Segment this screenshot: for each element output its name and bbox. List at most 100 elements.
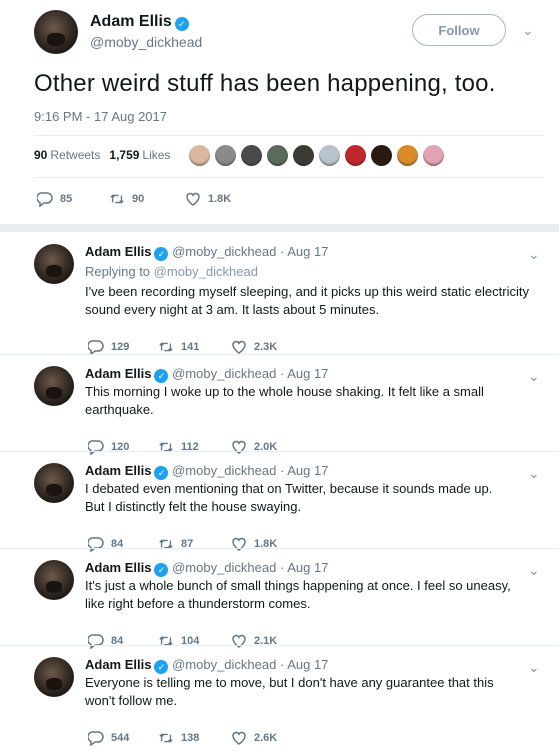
like-button[interactable]: 2.0K: [231, 439, 277, 455]
separator-dot: ·: [276, 560, 288, 575]
divider: [0, 451, 559, 452]
retweet-button[interactable]: 112: [158, 439, 231, 455]
reply-button[interactable]: 120: [88, 439, 158, 455]
tweet-date[interactable]: Aug 17: [287, 560, 328, 575]
author-name[interactable]: Adam Ellis: [85, 366, 151, 381]
tweet-text: It's just a whole bunch of small things …: [85, 577, 540, 613]
likes-count[interactable]: 1,759: [109, 148, 139, 162]
avatar[interactable]: [34, 657, 74, 697]
retweet-icon: [159, 636, 173, 646]
reply-tweet[interactable]: Adam Ellis ✓ @moby_dickhead · Aug 17 ⌄ This…: [0, 366, 559, 462]
reply-icon: [88, 440, 104, 455]
retweet-button[interactable]: 141: [158, 339, 231, 355]
likes-label[interactable]: Likes: [142, 148, 170, 162]
retweet-icon: [159, 342, 173, 352]
reply-header: Adam Ellis ✓ @moby_dickhead · Aug 17: [85, 366, 328, 383]
heart-icon: [232, 731, 246, 745]
tweet-text-line: sound every night at 3 am. It lasts abou…: [85, 302, 380, 317]
reply-icon: [88, 537, 104, 552]
reply-header: Adam Ellis ✓ @moby_dickhead · Aug 17: [85, 463, 328, 480]
liker-avatar[interactable]: [345, 144, 367, 166]
chevron-down-icon[interactable]: ⌄: [528, 246, 540, 263]
avatar[interactable]: [34, 10, 78, 54]
author-name[interactable]: Adam Ellis: [85, 244, 151, 259]
chevron-down-icon[interactable]: ⌄: [522, 22, 534, 39]
liker-avatar[interactable]: [215, 144, 237, 166]
like-button[interactable]: 1.8K: [185, 191, 231, 207]
reply-tweet[interactable]: Adam Ellis ✓ @moby_dickhead · Aug 17 ⌄ I de…: [0, 463, 559, 559]
author-handle[interactable]: @moby_dickhead: [172, 244, 276, 259]
avatar[interactable]: [34, 244, 74, 284]
separator-dot: ·: [276, 463, 288, 478]
retweet-button[interactable]: 90: [109, 191, 185, 207]
reply-header: Adam Ellis ✓ @moby_dickhead · Aug 17: [85, 560, 328, 577]
retweet-button[interactable]: 138: [158, 730, 231, 746]
reply-header: Adam Ellis ✓ @moby_dickhead · Aug 17: [85, 657, 328, 674]
reply-button[interactable]: 544: [88, 730, 158, 746]
author-handle[interactable]: @moby_dickhead: [90, 34, 202, 50]
reply-tweet[interactable]: Adam Ellis ✓ @moby_dickhead · Aug 17 ⌄ Repl…: [0, 244, 559, 355]
tweet-actions: 544 138 2.6K: [88, 730, 277, 746]
reply-tweet[interactable]: Adam Ellis ✓ @moby_dickhead · Aug 17 ⌄ Ever…: [0, 657, 559, 753]
tweet-date[interactable]: Aug 17: [287, 657, 328, 672]
avatar[interactable]: [34, 366, 74, 406]
avatar[interactable]: [34, 463, 74, 503]
retweet-icon: [159, 442, 173, 452]
tweet-date[interactable]: Aug 17: [287, 463, 328, 478]
author-handle[interactable]: @moby_dickhead: [172, 560, 276, 575]
reply-icon: [88, 634, 104, 649]
liker-avatar[interactable]: [267, 144, 289, 166]
author-name[interactable]: Adam Ellis: [85, 657, 151, 672]
liker-avatar[interactable]: [371, 144, 393, 166]
like-button[interactable]: 1.8K: [231, 536, 277, 552]
reply-button[interactable]: 84: [88, 536, 158, 552]
tweet-text: I debated even mentioning that on Twitte…: [85, 480, 540, 516]
liker-avatar[interactable]: [423, 144, 445, 166]
liker-avatar[interactable]: [319, 144, 341, 166]
author-name[interactable]: Adam Ellis: [85, 463, 151, 478]
tweet-text-line: won't follow me.: [85, 693, 178, 708]
reply-icon: [37, 192, 53, 207]
reply-button[interactable]: 85: [37, 191, 109, 207]
verified-badge-icon: ✓: [154, 563, 169, 577]
tweet-text-line: It's just a whole bunch of small things …: [85, 578, 511, 593]
liker-avatar[interactable]: [397, 144, 419, 166]
reply-tweet[interactable]: Adam Ellis ✓ @moby_dickhead · Aug 17 ⌄ It's…: [0, 560, 559, 656]
tweet-date[interactable]: Aug 17: [287, 244, 328, 259]
tweet-text-line: This morning I woke up to the whole hous…: [85, 384, 484, 399]
avatar[interactable]: [34, 560, 74, 600]
separator-dot: ·: [276, 657, 288, 672]
reply-button[interactable]: 84: [88, 633, 158, 649]
heart-icon: [232, 440, 246, 454]
main-tweet-actions: 85 90 1.8K: [37, 191, 231, 207]
like-button[interactable]: 2.1K: [231, 633, 277, 649]
follow-button[interactable]: Follow: [412, 14, 506, 46]
like-button[interactable]: 2.3K: [231, 339, 277, 355]
author-name[interactable]: Adam Ellis: [85, 560, 151, 575]
retweets-count[interactable]: 90: [34, 148, 47, 162]
like-button[interactable]: 2.6K: [231, 730, 277, 746]
retweet-icon: [110, 194, 124, 204]
author-handle[interactable]: @moby_dickhead: [172, 657, 276, 672]
likers-avatars: [189, 144, 449, 166]
divider: [0, 548, 559, 549]
liker-avatar[interactable]: [293, 144, 315, 166]
retweet-button[interactable]: 104: [158, 633, 231, 649]
tweet-date[interactable]: Aug 17: [287, 366, 328, 381]
author-name[interactable]: Adam Ellis ✓: [90, 13, 189, 31]
tweet-timestamp[interactable]: 9:16 PM - 17 Aug 2017: [34, 109, 167, 124]
tweet-text-line: I debated even mentioning that on Twitte…: [85, 481, 493, 496]
reply-button[interactable]: 129: [88, 339, 158, 355]
retweet-icon: [159, 733, 173, 743]
divider: [34, 177, 544, 178]
retweet-button[interactable]: 87: [158, 536, 231, 552]
liker-avatar[interactable]: [241, 144, 263, 166]
author-handle[interactable]: @moby_dickhead: [172, 463, 276, 478]
replying-to-link[interactable]: @moby_dickhead: [154, 264, 258, 279]
tweet-actions: 84 104 2.1K: [88, 633, 277, 649]
liker-avatar[interactable]: [189, 144, 211, 166]
verified-badge-icon: ✓: [174, 17, 189, 31]
retweets-label[interactable]: Retweets: [50, 148, 100, 162]
main-tweet-header: Adam Ellis ✓ @moby_dickhead Follow ⌄: [34, 10, 544, 56]
author-handle[interactable]: @moby_dickhead: [172, 366, 276, 381]
